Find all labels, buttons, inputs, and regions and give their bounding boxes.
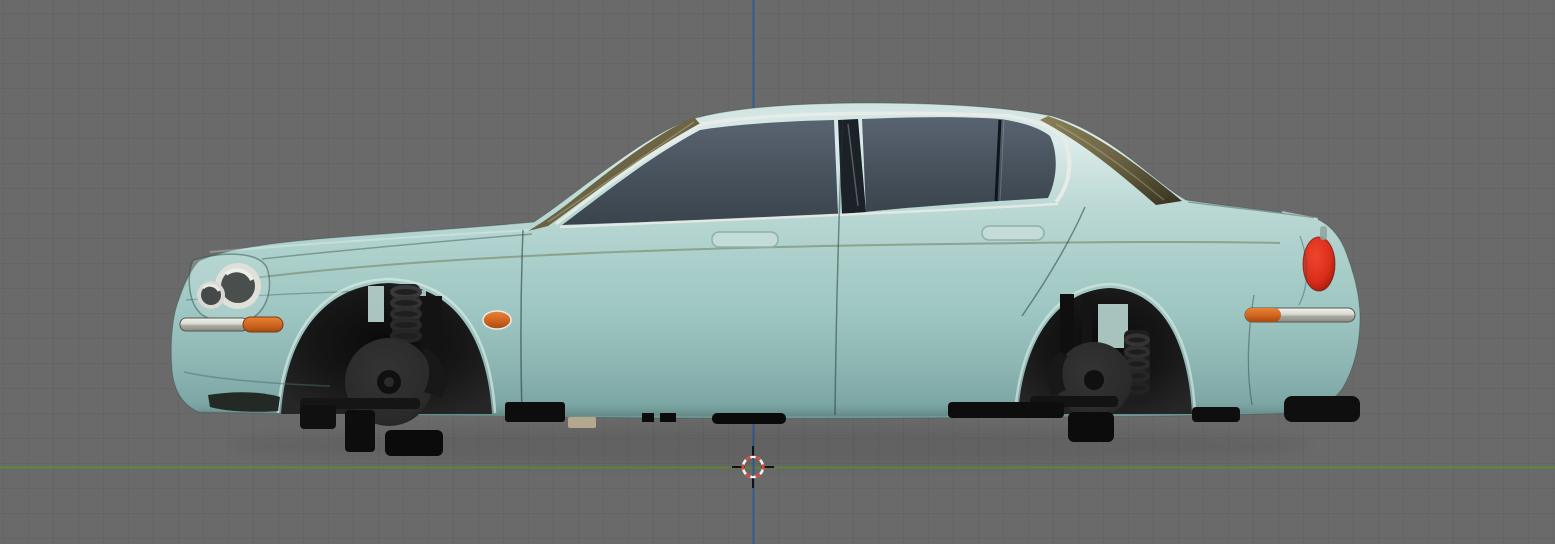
rear-gap-light [1098,304,1128,348]
rear-bumper-underside [1284,396,1360,422]
front-susp-drop-1 [345,410,375,452]
blender-3d-viewport[interactable] [0,0,1555,544]
front-indicator [242,316,284,333]
front-susp-drop-2 [385,430,443,456]
underbody-box [568,417,596,428]
taillight [1302,236,1336,292]
front-bumper-trim [179,317,249,332]
front-gap-light-1 [368,286,384,322]
underbody-rear-tab [1192,407,1240,422]
rear-susp-drop [1068,412,1114,442]
front-door-handle [711,231,779,248]
rear-door-window [862,117,1056,212]
underbody-tab-2 [660,413,676,422]
underbody-tab-1 [642,413,654,422]
underbody-step [505,402,565,422]
underbody-rail [948,402,1064,418]
front-coil-spring [390,284,422,343]
underbody-bar [712,413,786,424]
front-intake [208,392,280,412]
rear-indicator [1245,308,1281,322]
rear-hub [1084,370,1104,390]
front-hub-center [384,377,394,387]
side-repeater [482,310,512,330]
rear-door-handle [981,225,1045,241]
trunk-emblem [1320,226,1327,240]
front-susp-drop-3 [300,405,336,429]
